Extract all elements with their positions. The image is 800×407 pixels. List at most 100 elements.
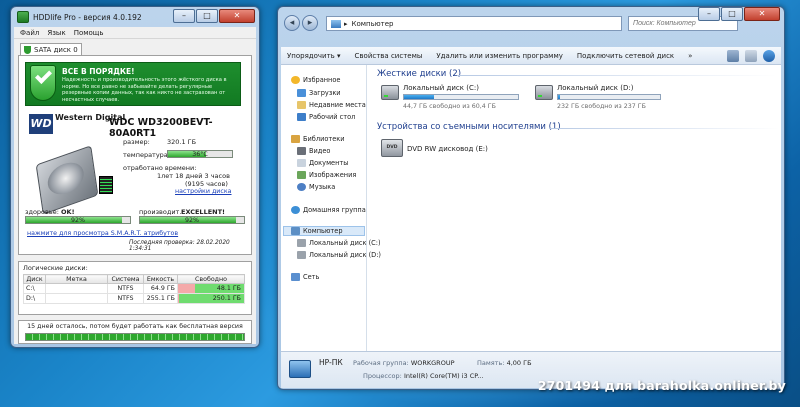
removable-group-title[interactable]: Устройства со съемными носителями (1) xyxy=(377,122,561,132)
explorer-window: ◂ ▸ ▸ Компьютер – □ ✕ Упорядочить ▾ Свой… xyxy=(277,6,785,390)
group-divider xyxy=(549,128,779,129)
close-button[interactable]: ✕ xyxy=(744,7,780,21)
cell-free: 250.1 ГБ xyxy=(177,293,245,304)
navigation-pane: Избранное Загрузки Недавние места Рабочи… xyxy=(281,65,381,351)
maximize-button[interactable]: □ xyxy=(196,9,218,23)
menu-file[interactable]: Файл xyxy=(20,27,39,38)
col-fs[interactable]: Система xyxy=(107,274,144,284)
col-capacity[interactable]: Емкость xyxy=(143,274,178,284)
desktop-icon xyxy=(297,113,306,121)
dvd-drive-name: DVD RW дисковод (E:) xyxy=(407,145,488,153)
nav-libraries[interactable]: Библиотеки xyxy=(291,135,345,143)
preview-pane-icon[interactable] xyxy=(745,50,757,62)
cell-capacity: 64.9 ГБ xyxy=(143,283,178,294)
drive-free-space: 232 ГБ свободно из 237 ГБ xyxy=(557,103,646,110)
drive-icon xyxy=(297,239,306,247)
recent-places-icon xyxy=(297,101,306,109)
organize-button[interactable]: Упорядочить ▾ xyxy=(287,52,341,60)
nav-downloads[interactable]: Загрузки xyxy=(297,89,341,97)
perf-label: производит. xyxy=(139,208,182,216)
nav-homegroup[interactable]: Домашняя группа xyxy=(291,206,366,214)
drive-usage-bar xyxy=(403,94,519,100)
nav-recent[interactable]: Недавние места xyxy=(297,101,366,109)
nav-documents[interactable]: Документы xyxy=(297,159,348,167)
table-row[interactable]: C:\ NTFS 64.9 ГБ 48.1 ГБ xyxy=(23,283,245,294)
col-label[interactable]: Метка xyxy=(45,274,108,284)
content-pane: Жесткие диски (2) Локальный диск (C:) 44… xyxy=(369,65,781,351)
smart-attributes-link[interactable]: нажмите для просмотра S.M.A.R.T. атрибут… xyxy=(27,230,178,237)
chip-icon xyxy=(99,176,113,194)
cell-capacity: 255.1 ГБ xyxy=(143,293,178,304)
cell-disk: C:\ xyxy=(23,283,46,294)
hard-drive-icon xyxy=(535,85,553,100)
music-icon xyxy=(297,183,306,191)
last-check: Последняя проверка: 28.02.2020 1:34:31 xyxy=(129,240,230,252)
explorer-titlebar[interactable]: ◂ ▸ ▸ Компьютер – □ ✕ xyxy=(278,7,784,37)
maximize-button[interactable]: □ xyxy=(721,7,743,21)
cell-fs: NTFS xyxy=(107,293,144,304)
size-value: 320.1 ГБ xyxy=(167,138,197,146)
nav-video[interactable]: Видео xyxy=(297,147,330,155)
trial-panel: 15 дней осталось, потом будет работать к… xyxy=(18,320,252,344)
drive-name: Локальный диск (D:) xyxy=(557,84,634,92)
disk-model: WDC WD3200BEVT-80A0RT1 xyxy=(109,117,213,139)
cell-label xyxy=(45,293,108,304)
more-button[interactable]: » xyxy=(688,52,692,60)
hddlife-titlebar[interactable]: HDDlife Pro - версия 4.0.192 – □ ✕ xyxy=(11,7,259,27)
menu-help[interactable]: Помощь xyxy=(74,27,104,38)
workgroup: Рабочая группа: WORKGROUP xyxy=(353,359,455,367)
computer-icon xyxy=(291,227,300,235)
address-bar[interactable]: ▸ Компьютер xyxy=(326,16,622,31)
close-button[interactable]: ✕ xyxy=(219,9,255,23)
hddlife-menubar: Файл Язык Помощь xyxy=(14,27,256,39)
tab-label: SATA диск 0 xyxy=(34,45,78,54)
pc-name: HP-ПК xyxy=(319,358,343,367)
memory: Память: 4,00 ГБ xyxy=(477,359,532,367)
drive-usage-bar xyxy=(557,94,661,100)
view-icon[interactable] xyxy=(727,50,739,62)
status-title: ВСЕ В ПОРЯДКЕ! xyxy=(62,67,135,76)
hddlife-app-icon xyxy=(17,11,29,23)
computer-icon xyxy=(331,19,341,28)
tab-sata-disk-0[interactable]: SATA диск 0 xyxy=(20,43,82,55)
video-icon xyxy=(297,147,306,155)
nav-network[interactable]: Сеть xyxy=(291,273,319,281)
nav-disk-c[interactable]: Локальный диск (C:) xyxy=(297,239,381,247)
minimize-button[interactable]: – xyxy=(698,7,720,21)
menu-language[interactable]: Язык xyxy=(47,27,65,38)
logical-disks-table: Диск Метка Система Емкость Свободно C:\ … xyxy=(23,274,245,304)
nav-computer[interactable]: Компьютер xyxy=(291,227,343,235)
processor: Процессор: Intel(R) Core(TM) i3 CP... xyxy=(363,372,484,380)
system-properties-button[interactable]: Свойства системы xyxy=(355,52,423,60)
disk-settings-link[interactable]: настройки диска xyxy=(175,188,232,195)
nav-desktop[interactable]: Рабочий стол xyxy=(297,113,355,121)
help-icon[interactable] xyxy=(763,50,775,62)
nav-favorites[interactable]: Избранное xyxy=(291,76,340,84)
status-banner: ВСЕ В ПОРЯДКЕ! Надежность и производител… xyxy=(25,62,241,106)
perf-value: 92% xyxy=(185,217,199,224)
watermark: 2701494 для baraholka.onliner.by xyxy=(537,378,786,393)
nav-music[interactable]: Музыка xyxy=(297,183,335,191)
col-free[interactable]: Свободно xyxy=(177,274,245,284)
temp-label: температура xyxy=(123,151,168,159)
back-arrow-icon[interactable]: ◂ xyxy=(284,15,300,31)
hard-drive-icon xyxy=(381,85,399,100)
status-text: Надежность и производительность этого жё… xyxy=(62,77,227,103)
hdd-group-title[interactable]: Жесткие диски (2) xyxy=(377,69,461,79)
health-status: OK! xyxy=(61,208,75,216)
col-disk[interactable]: Диск xyxy=(23,274,46,284)
perf-bar: 92% xyxy=(139,216,245,224)
minimize-button[interactable]: – xyxy=(173,9,195,23)
table-row[interactable]: D:\ NTFS 255.1 ГБ 250.1 ГБ xyxy=(23,293,245,304)
health-label: здоровье: xyxy=(25,208,59,216)
cell-label xyxy=(45,283,108,294)
address-root: ▸ xyxy=(344,19,348,28)
drive-free-space: 44,7 ГБ свободно из 60,4 ГБ xyxy=(403,103,496,110)
forward-arrow-icon[interactable]: ▸ xyxy=(302,15,318,31)
explorer-client: Избранное Загрузки Недавние места Рабочи… xyxy=(281,65,781,351)
disk-panel: ВСЕ В ПОРЯДКЕ! Надежность и производител… xyxy=(18,55,252,255)
nav-images[interactable]: Изображения xyxy=(297,171,356,179)
map-network-drive-button[interactable]: Подключить сетевой диск xyxy=(577,52,674,60)
temp-value: 36°C xyxy=(192,151,208,158)
uninstall-program-button[interactable]: Удалить или изменить программу xyxy=(436,52,562,60)
